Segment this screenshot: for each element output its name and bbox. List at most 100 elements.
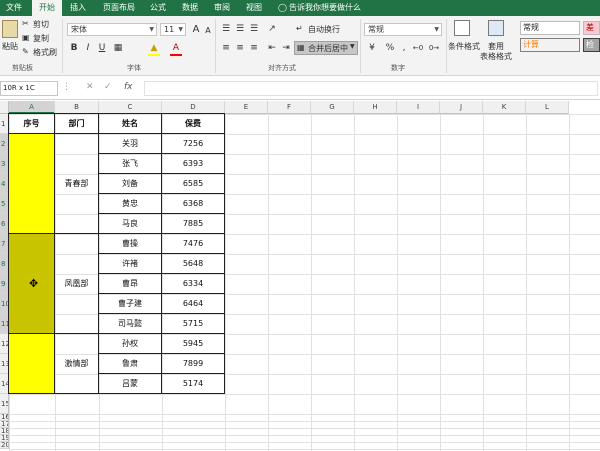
column-header[interactable]: I xyxy=(397,101,440,114)
copy-icon[interactable]: ▣ xyxy=(22,33,30,42)
italic-button[interactable]: I xyxy=(82,42,94,54)
align-left-icon[interactable]: ≡ xyxy=(220,42,232,54)
row-header[interactable]: 20 xyxy=(0,442,9,449)
wrap-text-icon[interactable]: ↵ xyxy=(296,24,303,33)
tab-view[interactable]: 视图 xyxy=(246,0,262,16)
name-cell[interactable]: 司马懿 xyxy=(98,313,162,334)
brush-icon[interactable]: ✎ xyxy=(22,47,29,56)
borders-icon[interactable]: ▦ xyxy=(112,42,124,54)
column-header[interactable]: K xyxy=(483,101,526,114)
copy-button[interactable]: 复制 xyxy=(33,33,49,44)
merged-id-cell[interactable] xyxy=(8,133,55,234)
orientation-icon[interactable]: ↗ xyxy=(266,23,278,35)
fill-color-icon[interactable]: ▲ xyxy=(148,42,160,54)
conditional-format-button[interactable]: 条件格式 xyxy=(448,41,480,52)
name-cell[interactable]: 吕蒙 xyxy=(98,373,162,394)
align-right-icon[interactable]: ≡ xyxy=(248,42,260,54)
style-calculation[interactable]: 计算 xyxy=(520,38,580,52)
premium-cell[interactable]: 6393 xyxy=(161,153,225,174)
name-cell[interactable]: 许褚 xyxy=(98,253,162,274)
cancel-icon[interactable]: ✕ xyxy=(86,82,94,92)
align-middle-icon[interactable]: ☰ xyxy=(234,23,246,35)
chevron-down-icon[interactable]: ▼ xyxy=(149,24,154,35)
cut-icon[interactable]: ✂ xyxy=(22,19,29,28)
merge-center-button[interactable]: ▦ 合并后居中 ▼ xyxy=(294,41,358,55)
name-cell[interactable]: 黄忠 xyxy=(98,193,162,214)
tab-review[interactable]: 审阅 xyxy=(214,0,230,16)
insert-function-icon[interactable]: fx xyxy=(124,82,133,92)
wrap-text-button[interactable]: 自动换行 xyxy=(308,24,340,35)
premium-cell[interactable]: 6368 xyxy=(161,193,225,214)
premium-cell[interactable]: 6334 xyxy=(161,273,225,294)
table-header-cell[interactable]: 保费 xyxy=(161,113,225,134)
font-name-select[interactable]: 宋体 ▼ xyxy=(67,23,157,36)
formula-input[interactable] xyxy=(144,81,598,96)
comma-button[interactable]: , xyxy=(398,42,410,54)
paste-icon[interactable] xyxy=(2,20,18,38)
premium-cell[interactable]: 5715 xyxy=(161,313,225,334)
table-header-cell[interactable]: 序号 xyxy=(8,113,55,134)
row-header[interactable]: 17 xyxy=(0,421,9,428)
tab-home[interactable]: 开始 xyxy=(32,0,62,16)
tab-page-layout[interactable]: 页面布局 xyxy=(103,0,135,16)
premium-cell[interactable]: 5174 xyxy=(161,373,225,394)
tab-file[interactable]: 文件 xyxy=(6,0,22,16)
row-header[interactable]: 15 xyxy=(0,394,9,414)
row-header[interactable]: 16 xyxy=(0,414,9,421)
name-box[interactable]: 10R x 1C xyxy=(0,81,58,96)
enter-icon[interactable]: ✓ xyxy=(104,82,112,92)
name-cell[interactable]: 刘备 xyxy=(98,173,162,194)
name-cell[interactable]: 马良 xyxy=(98,213,162,234)
merged-id-cell[interactable] xyxy=(8,333,55,394)
grow-font-icon[interactable]: A xyxy=(190,23,202,35)
align-bottom-icon[interactable]: ☰ xyxy=(248,23,260,35)
row-header[interactable]: 19 xyxy=(0,435,9,442)
font-size-select[interactable]: 11 ▼ xyxy=(160,23,186,36)
chevron-down-icon[interactable]: ▼ xyxy=(434,24,439,35)
row-header[interactable]: 18 xyxy=(0,428,9,435)
cut-button[interactable]: 剪切 xyxy=(33,19,49,30)
name-cell[interactable]: 关羽 xyxy=(98,133,162,154)
name-cell[interactable]: 鲁肃 xyxy=(98,353,162,374)
column-header[interactable]: L xyxy=(526,101,569,114)
name-cell[interactable]: 曹昂 xyxy=(98,273,162,294)
name-cell[interactable]: 曹操 xyxy=(98,233,162,254)
style-check-cell[interactable]: 检 xyxy=(583,38,600,52)
premium-cell[interactable]: 5648 xyxy=(161,253,225,274)
tab-insert[interactable]: 插入 xyxy=(70,0,86,16)
premium-cell[interactable]: 7885 xyxy=(161,213,225,234)
table-format-button-line2[interactable]: 表格格式 xyxy=(480,51,512,62)
align-top-icon[interactable]: ☰ xyxy=(220,23,232,35)
align-center-icon[interactable]: ≡ xyxy=(234,42,246,54)
premium-cell[interactable]: 6464 xyxy=(161,293,225,314)
increase-decimal-icon[interactable]: ←0 xyxy=(412,42,424,54)
department-cell[interactable]: 激情部 xyxy=(54,333,99,394)
premium-cell[interactable]: 6585 xyxy=(161,173,225,194)
more-options-icon[interactable]: ⋮ xyxy=(62,82,71,92)
number-format-select[interactable]: 常规 ▼ xyxy=(364,23,442,36)
name-cell[interactable]: 孙权 xyxy=(98,333,162,354)
paste-button[interactable]: 粘贴 xyxy=(2,41,18,52)
spreadsheet-grid[interactable]: ABCDEFGHIJKL 123456789101112131415161718… xyxy=(0,101,600,451)
name-cell[interactable]: 曹子建 xyxy=(98,293,162,314)
column-header[interactable]: F xyxy=(268,101,311,114)
column-header[interactable]: G xyxy=(311,101,354,114)
font-color-icon[interactable]: A xyxy=(170,42,182,54)
tab-data[interactable]: 数据 xyxy=(182,0,198,16)
premium-cell[interactable]: 7899 xyxy=(161,353,225,374)
chevron-down-icon[interactable]: ▼ xyxy=(178,24,183,35)
tell-me-box[interactable]: 告诉我你想要做什么 xyxy=(289,0,361,16)
name-cell[interactable]: 张飞 xyxy=(98,153,162,174)
column-header[interactable]: H xyxy=(354,101,397,114)
percent-button[interactable]: % xyxy=(384,42,396,54)
tab-formulas[interactable]: 公式 xyxy=(150,0,166,16)
department-cell[interactable]: 青春部 xyxy=(54,133,99,234)
underline-button[interactable]: U xyxy=(96,42,108,54)
conditional-format-icon[interactable] xyxy=(454,20,470,36)
style-normal[interactable]: 常规 xyxy=(520,21,580,35)
table-header-cell[interactable]: 部门 xyxy=(54,113,99,134)
table-header-cell[interactable]: 姓名 xyxy=(98,113,162,134)
premium-cell[interactable]: 7256 xyxy=(161,133,225,154)
chevron-down-icon[interactable]: ▼ xyxy=(350,43,355,50)
increase-indent-icon[interactable]: ⇥ xyxy=(280,42,292,54)
